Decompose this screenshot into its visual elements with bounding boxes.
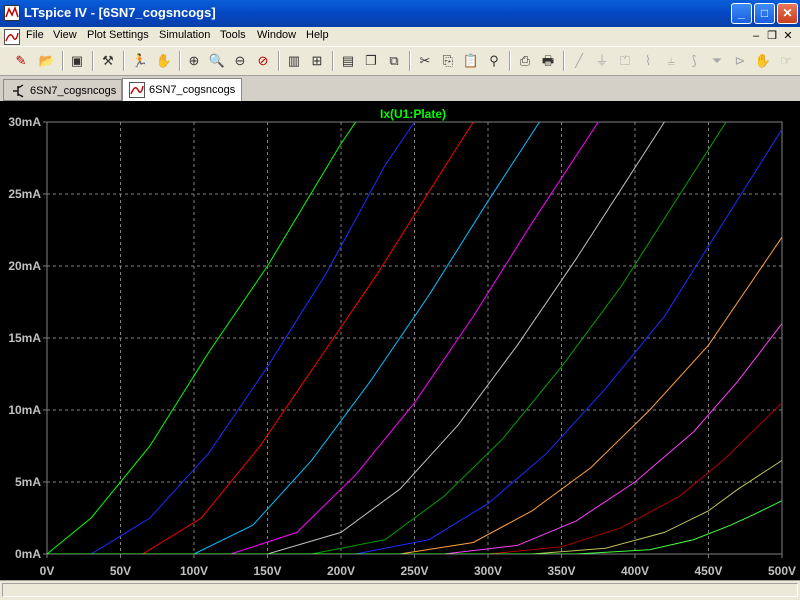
ltspice-app-icon[interactable] [4, 5, 20, 21]
control-panel-icon[interactable]: ⚒ [99, 52, 117, 70]
inductor-icon[interactable]: ⟆ [685, 52, 703, 70]
y-tick-label: 5mA [15, 475, 41, 489]
window-title: LTspice IV - [6SN7_cogsncogs] [24, 5, 216, 20]
y-tick-label: 20mA [8, 259, 41, 273]
find-icon[interactable]: ⚲ [485, 52, 503, 70]
trace-line-0[interactable] [47, 122, 357, 554]
diode-icon[interactable]: ⏷ [708, 52, 726, 70]
resistor-icon[interactable]: ⌇ [639, 52, 657, 70]
open-icon[interactable]: 📂 [38, 52, 56, 70]
print-setup-icon[interactable]: ⎙ [516, 52, 534, 70]
halt-icon[interactable]: ✋ [155, 52, 173, 70]
waveform-icon [129, 82, 145, 98]
x-tick-label: 50V [110, 564, 131, 578]
close-windows-icon[interactable]: ⧉ [385, 52, 403, 70]
x-tick-label: 400V [621, 564, 649, 578]
autorange-icon[interactable]: ▥ [285, 52, 303, 70]
menu-simulation[interactable]: Simulation [159, 29, 210, 41]
x-tick-label: 200V [327, 564, 355, 578]
copy-icon[interactable]: ⎘ [439, 52, 457, 70]
menu-bar: File View Plot Settings Simulation Tools… [0, 27, 800, 46]
y-tick-label: 25mA [8, 187, 41, 201]
paste-icon[interactable]: 📋 [462, 52, 480, 70]
zoom-extents-icon[interactable]: ⊞ [308, 52, 326, 70]
minimize-button[interactable]: _ [731, 3, 752, 24]
x-tick-label: 350V [547, 564, 575, 578]
waveform-viewer[interactable]: 0V 50V 100V 150V 200V 250V 300V 350V 400V 450V 500… [0, 101, 800, 580]
x-tick-label: 0V [40, 564, 55, 578]
waveform-doc-icon[interactable] [4, 29, 20, 45]
toolbar: ✎ 📂 ▣ ⚒ 🏃 ✋ ⊕ 🔍 ⊖ ⊘ ▥ ⊞ ▤ ❐ ⧉ ✂ ⎘ 📋 ⚲ ⎙ … [0, 46, 800, 76]
menu-window[interactable]: Window [257, 29, 296, 41]
zoom-out-icon[interactable]: ⊖ [231, 52, 249, 70]
maximize-button[interactable]: □ [754, 3, 775, 24]
plot-canvas[interactable]: 0V 50V 100V 150V 200V 250V 300V 350V 400V 450V 500… [0, 101, 800, 580]
zoom-in-icon[interactable]: ⊕ [185, 52, 203, 70]
tile-icon[interactable]: ▤ [339, 52, 357, 70]
x-tick-label: 450V [694, 564, 722, 578]
x-tick-label: 500V [768, 564, 796, 578]
menu-view[interactable]: View [53, 29, 77, 41]
ground-icon[interactable]: ⏚ [593, 52, 611, 70]
x-tick-label: 250V [400, 564, 428, 578]
new-schematic-icon[interactable]: ✎ [12, 52, 30, 70]
capacitor-icon[interactable]: ⫨ [662, 52, 680, 70]
tab-waveform[interactable]: 6SN7_cogsncogs [122, 78, 242, 101]
title-bar: LTspice IV - [6SN7_cogsncogs] _ □ ✕ [0, 0, 800, 27]
menu-file[interactable]: File [26, 29, 44, 41]
menu-tools[interactable]: Tools [220, 29, 246, 41]
cut-icon[interactable]: ✂ [416, 52, 434, 70]
component-icon[interactable]: ⊳ [731, 52, 749, 70]
zoom-area-icon[interactable]: 🔍 [208, 52, 226, 70]
x-tick-label: 300V [474, 564, 502, 578]
document-tabs: 6SN7_cogsncogs 6SN7_cogsncogs [0, 76, 800, 101]
status-bar [0, 580, 800, 600]
mdi-close-button[interactable]: ✕ [781, 29, 795, 43]
menu-help[interactable]: Help [306, 29, 329, 41]
close-button[interactable]: ✕ [777, 3, 798, 24]
zoom-cancel-icon[interactable]: ⊘ [254, 52, 272, 70]
mdi-restore-button[interactable]: ❐ [765, 29, 779, 43]
mdi-minimize-button[interactable]: – [749, 29, 763, 43]
label-icon[interactable]: ⏍ [616, 52, 634, 70]
y-tick-label: 0mA [15, 547, 41, 561]
trace-label[interactable]: Ix(U1:Plate) [380, 107, 446, 121]
wire-icon[interactable]: ╱ [570, 52, 588, 70]
drag-icon[interactable]: ☞ [777, 52, 795, 70]
menu-plot-settings[interactable]: Plot Settings [87, 29, 149, 41]
y-tick-label: 30mA [8, 115, 41, 129]
tab-schematic-label: 6SN7_cogsncogs [30, 85, 117, 97]
y-tick-label: 10mA [8, 403, 41, 417]
save-icon[interactable]: ▣ [68, 52, 86, 70]
y-tick-label: 15mA [8, 331, 41, 345]
schematic-icon [10, 83, 26, 99]
cascade-icon[interactable]: ❐ [362, 52, 380, 70]
x-tick-label: 150V [253, 564, 281, 578]
tab-waveform-label: 6SN7_cogsncogs [149, 84, 236, 96]
move-icon[interactable]: ✋ [754, 52, 772, 70]
print-icon[interactable]: 🖶 [539, 52, 557, 70]
run-icon[interactable]: 🏃 [131, 52, 149, 70]
status-pane [2, 583, 798, 597]
tab-schematic[interactable]: 6SN7_cogsncogs [3, 79, 122, 101]
x-tick-label: 100V [180, 564, 208, 578]
